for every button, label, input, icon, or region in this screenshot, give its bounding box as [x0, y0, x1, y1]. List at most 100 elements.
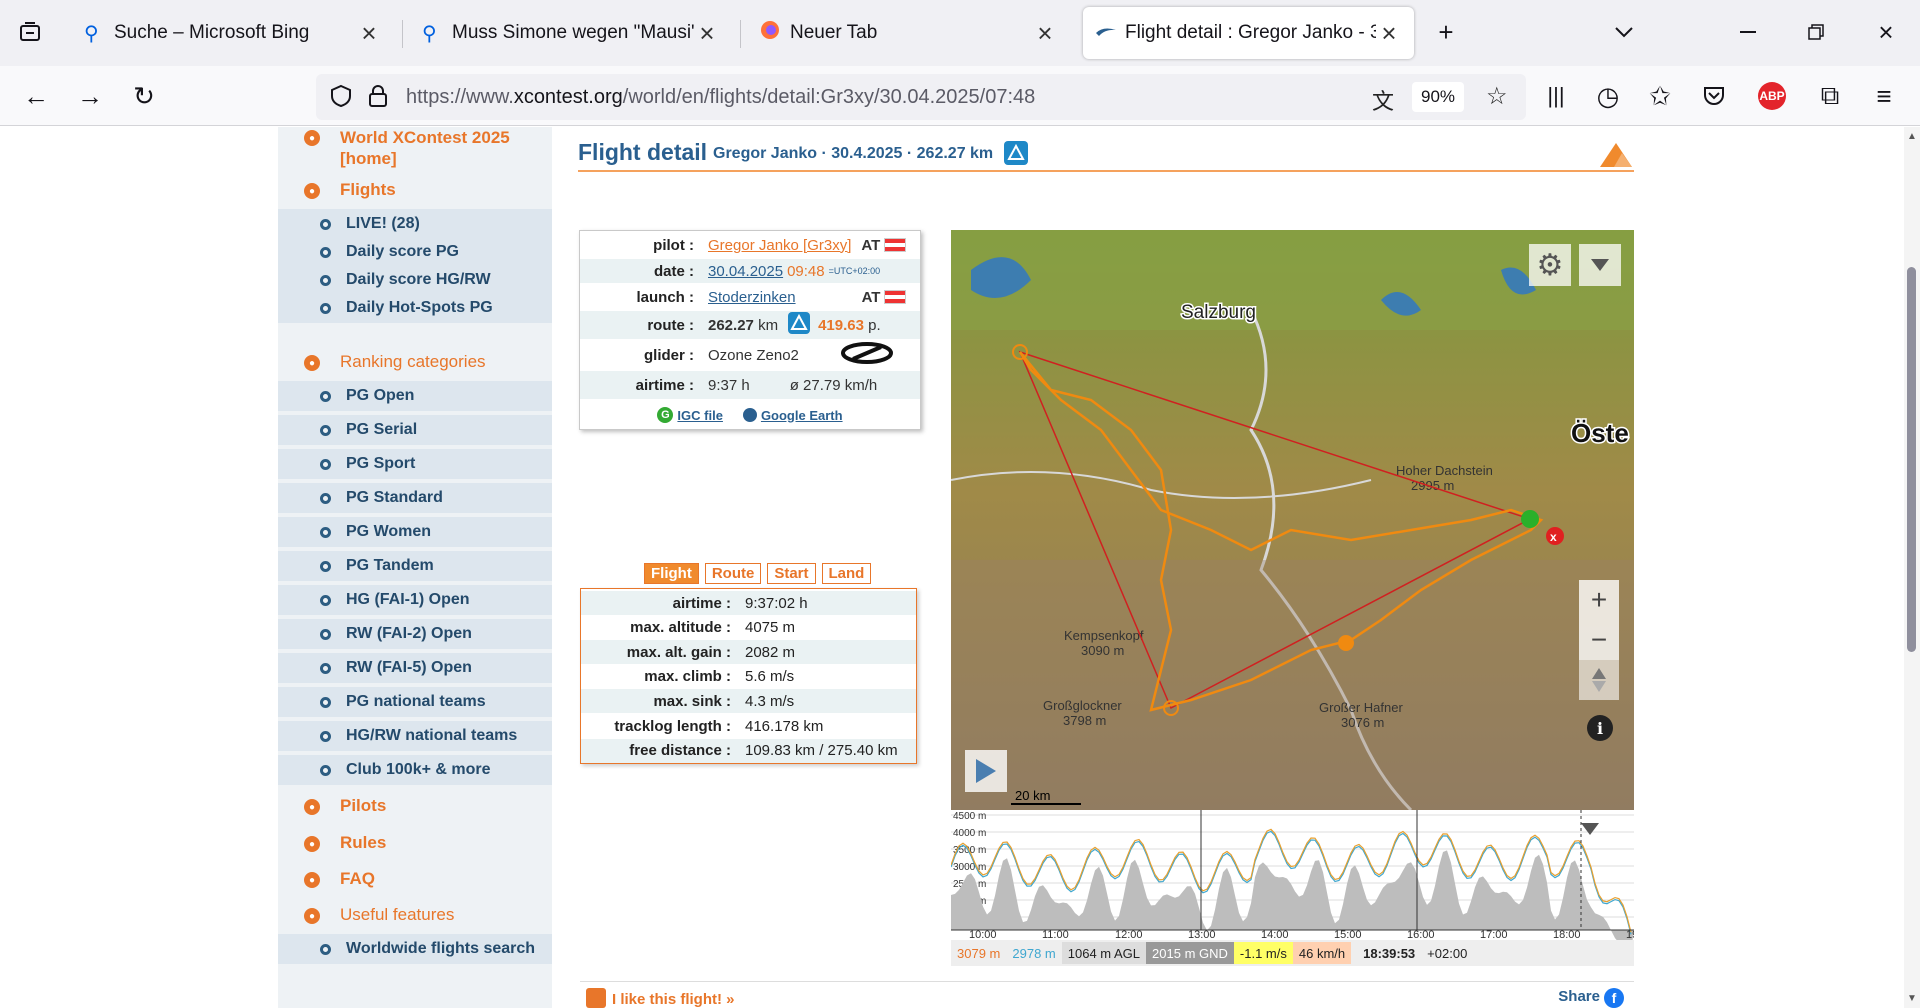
sidebar-item-club-100k-more[interactable]: Club 100k+ & more: [278, 755, 552, 785]
back-icon[interactable]: ←: [16, 76, 56, 116]
map-dropdown-icon[interactable]: [1579, 244, 1621, 286]
tab-land[interactable]: Land: [821, 563, 872, 584]
translate-icon[interactable]: 文: [1372, 84, 1394, 116]
sidebar-item-label: PG Open: [346, 387, 415, 404]
facebook-icon[interactable]: f: [1604, 988, 1624, 1008]
close-tab-icon[interactable]: ×: [356, 18, 382, 49]
page-title: Flight detail: [578, 139, 708, 165]
extensions-icon[interactable]: ⧉: [1810, 76, 1850, 116]
tab-search[interactable]: ⚲ Muss Simone wegen "Mausi" di ×: [410, 7, 732, 59]
timezone: =UTC+02:00: [828, 266, 881, 276]
sidebar-item-hg-rw-national-teams[interactable]: HG/RW national teams: [278, 721, 552, 751]
sidebar-item-label: FAQ: [340, 869, 375, 888]
sidebar-item-daily-score-pg[interactable]: Daily score PG: [278, 237, 552, 267]
url-bar[interactable]: https://www.xcontest.org/world/en/flight…: [316, 74, 1526, 120]
launch-link[interactable]: Stoderzinken: [708, 289, 796, 306]
sidebar-item-label: PG Tandem: [346, 557, 434, 574]
sidebar-item-home[interactable]: ● World XContest 2025 [home]: [278, 127, 552, 169]
lock-icon[interactable]: [368, 84, 388, 111]
restore-icon[interactable]: [1794, 10, 1838, 54]
tab-new[interactable]: Neuer Tab ×: [748, 7, 1070, 59]
compass-icon[interactable]: [1579, 660, 1619, 700]
tab-flight-detail[interactable]: Flight detail : Gregor Janko - 30 ×: [1083, 7, 1414, 59]
scroll-up-icon[interactable]: ▲: [1907, 131, 1917, 142]
flight-map[interactable]: Salzburg Hoher Dachstein 2995 m Kempsenk…: [951, 230, 1634, 810]
star-icon[interactable]: ☆: [1486, 82, 1508, 111]
info-icon[interactable]: i: [1587, 715, 1613, 741]
like-link[interactable]: I like this flight! »: [612, 991, 735, 1008]
minimize-icon[interactable]: [1726, 10, 1770, 54]
sidebar-item-label: PG national teams: [346, 693, 486, 710]
altitude-chart[interactable]: 4500 m4000 m3500 m3000 m2500 m2000 m1500…: [951, 810, 1634, 940]
sidebar-item-daily-hot-spots-pg[interactable]: Daily Hot-Spots PG: [278, 293, 552, 323]
pilot-link[interactable]: Gregor Janko [Gr3xy]: [708, 237, 851, 254]
chevron-down-icon[interactable]: [1602, 10, 1646, 54]
close-tab-icon[interactable]: ×: [1032, 18, 1058, 49]
history-icon[interactable]: ◷: [1588, 76, 1628, 116]
current-position: [1338, 635, 1354, 651]
sidebar-item-pilots[interactable]: ● Pilots: [278, 796, 552, 816]
igc-file-link[interactable]: IGC file: [677, 408, 723, 423]
legend-altitude: 3079 m: [957, 945, 1001, 961]
menu-icon[interactable]: ≡: [1864, 76, 1904, 116]
sidebar-item-daily-score-hg-rw[interactable]: Daily score HG/RW: [278, 265, 552, 295]
tab-bing[interactable]: ⚲ Suche – Microsoft Bing ×: [72, 7, 394, 59]
tab-route[interactable]: Route: [704, 563, 762, 584]
sidebar-item-pg-women[interactable]: PG Women: [278, 517, 552, 547]
sidebar-item-label: Useful features: [340, 905, 455, 924]
sidebar-item-rules[interactable]: ● Rules: [278, 833, 552, 853]
adblock-icon[interactable]: ABP: [1752, 76, 1792, 116]
url-text[interactable]: https://www.xcontest.org/world/en/flight…: [406, 86, 1035, 109]
x-tick-label: 17:00: [1480, 929, 1508, 940]
download-links: G IGC file Google Earth: [580, 403, 920, 427]
sidebar-item-label: HG/RW national teams: [346, 727, 518, 744]
sidebar-item-pg-sport[interactable]: PG Sport: [278, 449, 552, 479]
library-icon[interactable]: |||: [1536, 76, 1576, 116]
date-link[interactable]: 30.04.2025: [708, 263, 783, 280]
tab-start[interactable]: Start: [767, 563, 816, 584]
sidebar-item-pg-standard[interactable]: PG Standard: [278, 483, 552, 513]
sidebar-item-ranking[interactable]: ● Ranking categories: [278, 352, 552, 372]
tab-flight[interactable]: Flight: [644, 563, 699, 584]
play-icon[interactable]: [965, 750, 1007, 792]
zoom-level[interactable]: 90%: [1412, 82, 1464, 112]
sidebar-item-flights[interactable]: ● Flights: [278, 180, 552, 200]
sidebar-item-rw-fai-5-open[interactable]: RW (FAI-5) Open: [278, 653, 552, 683]
map-label-dachstein-alt: 2995 m: [1411, 478, 1454, 493]
stat-row: max. altitude : 4075 m: [581, 616, 916, 640]
scrollbar[interactable]: ▲ ▼: [1904, 127, 1920, 1008]
zoom-out-button[interactable]: −: [1579, 620, 1619, 660]
sidebar-item-rw-fai-2-open[interactable]: RW (FAI-2) Open: [278, 619, 552, 649]
sidebar-item-pg-open[interactable]: PG Open: [278, 381, 552, 411]
tab-list-icon[interactable]: [8, 10, 52, 54]
gear-icon[interactable]: ⚙: [1529, 244, 1571, 286]
shield-icon[interactable]: [330, 84, 352, 111]
landing-x: x: [1550, 530, 1557, 544]
chart-dropdown-icon[interactable]: [1581, 822, 1599, 838]
close-tab-icon[interactable]: ×: [1376, 18, 1402, 49]
scroll-down-icon[interactable]: ▼: [1907, 993, 1917, 1004]
stat-row: airtime : 9:37:02 h: [581, 591, 916, 615]
map-label-oesterreich: Öste: [1571, 418, 1629, 448]
sidebar-item-useful[interactable]: ● Useful features: [278, 905, 552, 925]
zoom-in-button[interactable]: +: [1579, 580, 1619, 620]
sidebar-item-hg-fai-1-open[interactable]: HG (FAI-1) Open: [278, 585, 552, 615]
sidebar-item-faq[interactable]: ● FAQ: [278, 869, 552, 889]
forward-icon[interactable]: →: [70, 76, 110, 116]
sidebar-item-pg-national-teams[interactable]: PG national teams: [278, 687, 552, 717]
scrollbar-thumb[interactable]: [1907, 267, 1916, 652]
sidebar-item-live-28[interactable]: LIVE! (28): [278, 209, 552, 239]
close-tab-icon[interactable]: ×: [694, 18, 720, 49]
sidebar-item-pg-tandem[interactable]: PG Tandem: [278, 551, 552, 581]
bookmark-star-icon[interactable]: ✩: [1640, 76, 1680, 116]
new-tab-button[interactable]: +: [1424, 10, 1468, 54]
sidebar-item-worldwide-search[interactable]: Worldwide flights search: [278, 934, 552, 964]
bullet-icon: [320, 303, 331, 314]
sidebar-item-pg-serial[interactable]: PG Serial: [278, 415, 552, 445]
pocket-icon[interactable]: [1694, 76, 1734, 116]
share-button[interactable]: Share: [1558, 988, 1600, 1005]
close-window-icon[interactable]: ×: [1864, 10, 1908, 54]
google-earth-link[interactable]: Google Earth: [761, 408, 843, 423]
reload-icon[interactable]: ↻: [124, 76, 164, 116]
route-points: 419.63: [818, 316, 864, 334]
